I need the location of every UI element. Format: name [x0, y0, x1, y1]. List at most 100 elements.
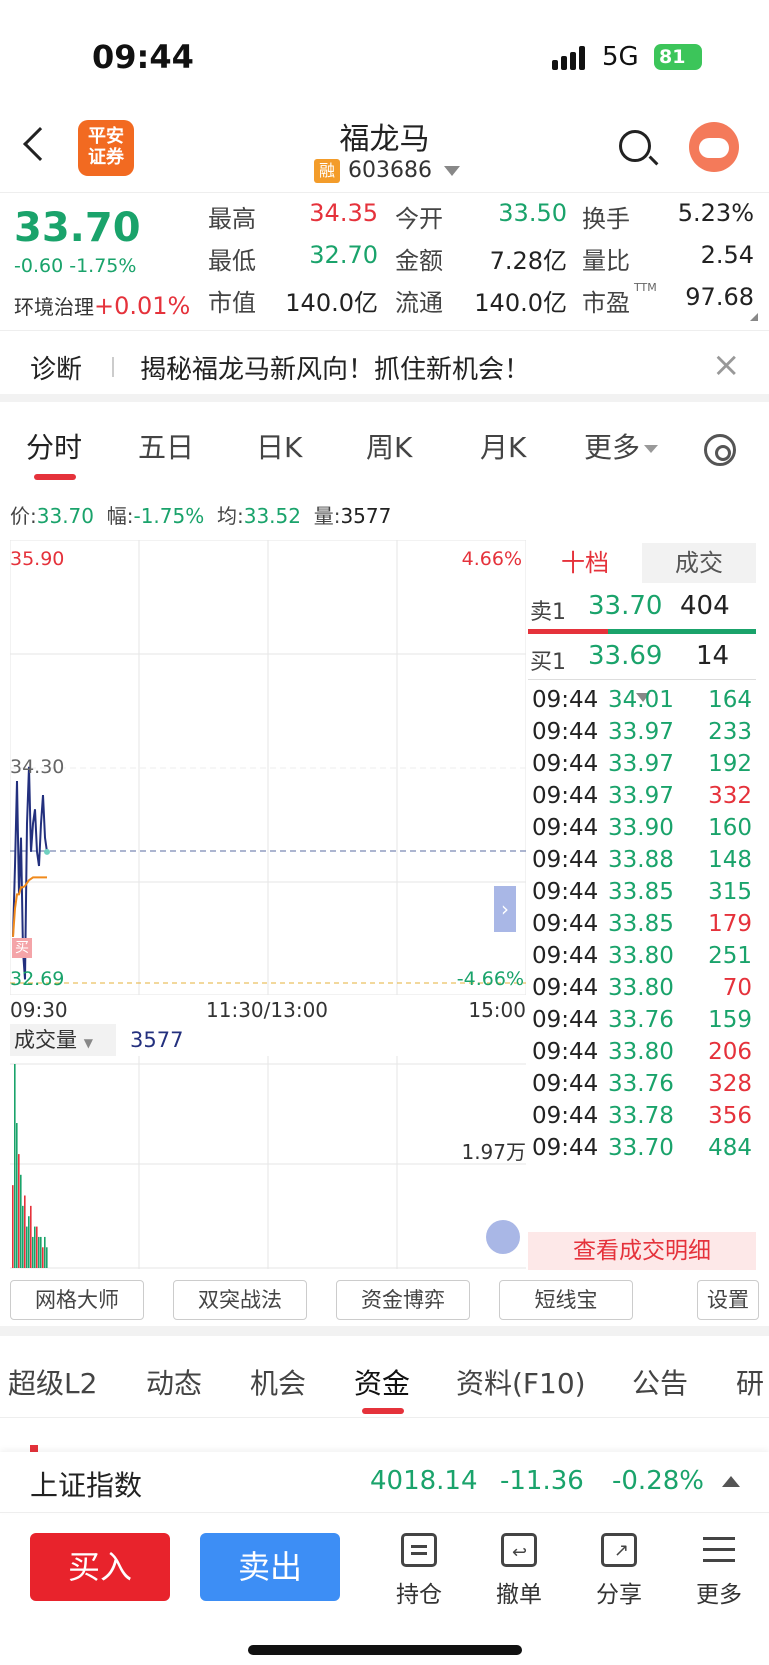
trade-price: 33.88 — [608, 847, 674, 873]
stock-code-switcher[interactable]: 融 603686 — [314, 158, 460, 183]
volume-bar — [20, 1174, 22, 1268]
order-book-panel: 十档 成交 卖1 33.70 404 买1 33.69 14 09:44 34.0… — [528, 543, 756, 1270]
trade-row: 09:44 33.97 332 — [528, 783, 756, 817]
cancel-order-icon: ↩ — [501, 1533, 537, 1567]
battery-icon: 81 — [654, 44, 702, 70]
status-bar: 09:44 5G 81 — [0, 0, 769, 110]
trade-time: 09:44 — [532, 879, 599, 905]
sell-level-1[interactable]: 卖1 33.70 404 — [528, 585, 756, 629]
tab-weekly-k[interactable]: 周K — [366, 426, 412, 466]
buy-button[interactable]: 买入 — [30, 1533, 170, 1601]
tab-monthly-k[interactable]: 月K — [480, 426, 526, 466]
last-price-dot — [44, 848, 50, 855]
cancel-order-button[interactable]: ↩ 撤单 — [484, 1533, 554, 1609]
signal-icon — [552, 46, 592, 70]
tab-capital[interactable]: 资金 — [354, 1362, 410, 1402]
trade-price: 33.97 — [608, 783, 674, 809]
share-button[interactable]: ↗ 分享 — [584, 1533, 654, 1609]
trade-time: 09:44 — [532, 783, 599, 809]
volume-bar — [24, 1195, 26, 1268]
quote-value: 34.35 — [309, 199, 378, 227]
quote-value: 97.68 — [685, 283, 754, 311]
trade-time: 09:44 — [532, 1103, 599, 1129]
banner-message[interactable]: 揭秘福龙马新风向！抓住新机会！ — [140, 349, 530, 386]
last-price: 33.70 — [14, 205, 141, 251]
more-button[interactable]: 更多 — [684, 1533, 754, 1609]
tool-fund-game[interactable]: 资金博弈 — [336, 1280, 470, 1320]
volume-bar — [18, 1154, 20, 1268]
tab-trades[interactable]: 成交 — [642, 543, 756, 583]
quote-label: 最高 — [208, 205, 256, 233]
trade-time: 09:44 — [532, 943, 599, 969]
tab-underline — [362, 1408, 404, 1414]
view-trade-details-button[interactable]: 查看成交明细 — [528, 1232, 756, 1270]
quote-value: 32.70 — [309, 241, 378, 269]
trade-price: 33.70 — [608, 1135, 674, 1161]
tab-opportunity[interactable]: 机会 — [250, 1362, 306, 1402]
trade-row: 09:44 33.70 484 — [528, 1135, 756, 1169]
tab-ten-levels[interactable]: 十档 — [528, 543, 642, 583]
volume-bar — [30, 1205, 32, 1268]
trade-row: 09:44 33.85 179 — [528, 911, 756, 945]
fullscreen-icon[interactable] — [486, 1220, 520, 1254]
tool-double-breakout[interactable]: 双突战法 — [173, 1280, 307, 1320]
volume-chart[interactable]: 1.97万 — [10, 1024, 526, 1269]
tool-grid-master[interactable]: 网格大师 — [10, 1280, 144, 1320]
banner-tag: 诊断 — [30, 355, 83, 385]
tab-more[interactable]: 更多 — [584, 426, 659, 466]
sector-info[interactable]: 环境治理+0.01% — [14, 291, 190, 320]
mid-price-label: 34.30 — [10, 756, 65, 778]
holdings-button[interactable]: 持仓 — [384, 1533, 454, 1609]
tab-research[interactable]: 研 — [736, 1362, 764, 1402]
tool-short-term[interactable]: 短线宝 — [499, 1280, 633, 1320]
trade-time: 09:44 — [532, 1039, 599, 1065]
volume-bars-group — [12, 1064, 48, 1268]
quote-label: 最低 — [208, 247, 256, 275]
chevron-up-icon[interactable] — [722, 1476, 740, 1487]
tab-five-day[interactable]: 五日 — [138, 426, 194, 466]
quote-value: 5.23% — [677, 199, 754, 227]
intraday-chart[interactable]: 35.90 4.66% 34.30 32.69 -4.66% 买 › — [9, 539, 527, 996]
time-axis-start: 09:30 — [10, 998, 68, 1022]
tab-announcements[interactable]: 公告 — [632, 1362, 688, 1402]
tab-dynamics[interactable]: 动态 — [146, 1362, 202, 1402]
trade-row: 09:44 33.85 315 — [528, 879, 756, 913]
close-icon[interactable]: × — [712, 345, 741, 385]
tool-settings[interactable]: 设置 — [697, 1280, 759, 1320]
trade-price: 33.76 — [608, 1071, 674, 1097]
index-ticker[interactable]: 上证指数 4018.14 -11.36 -0.28% — [0, 1452, 769, 1512]
trade-row: 09:44 33.97 192 — [528, 751, 756, 785]
index-name: 上证指数 — [30, 1469, 143, 1502]
buy-marker[interactable]: 买 — [12, 938, 32, 958]
sell-strength-bar — [528, 629, 608, 634]
top-price-label: 35.90 — [10, 548, 65, 570]
intraday-info: 价:33.70 幅:-1.75% 均:33.52 量:3577 — [10, 504, 392, 528]
trade-qty: 148 — [708, 847, 752, 873]
volume-bar — [12, 1185, 14, 1268]
trade-time: 09:44 — [532, 1135, 599, 1161]
volume-bar — [38, 1236, 40, 1268]
volume-bar — [16, 1123, 18, 1268]
search-icon[interactable] — [619, 130, 651, 162]
top-pct-label: 4.66% — [461, 548, 522, 570]
trade-qty: 159 — [708, 1007, 752, 1033]
tab-f10[interactable]: 资料(F10) — [456, 1362, 586, 1402]
diagnosis-banner[interactable]: 诊断 揭秘福龙马新风向！抓住新机会！ × — [0, 330, 769, 402]
tab-intraday[interactable]: 分时 — [26, 426, 82, 466]
expand-corner-icon[interactable] — [750, 313, 758, 321]
chart-period-tabs: 分时 五日 日K 周K 月K 更多 — [0, 404, 769, 482]
network-label: 5G — [602, 42, 639, 72]
ttm-label: TTM — [634, 281, 657, 294]
sell-button[interactable]: 卖出 — [200, 1533, 340, 1601]
divider — [112, 357, 114, 377]
trade-time: 09:44 — [532, 719, 599, 745]
trade-qty: 484 — [708, 1135, 752, 1161]
buy-level-1[interactable]: 买1 33.69 14 — [528, 635, 756, 679]
tab-daily-k[interactable]: 日K — [256, 426, 302, 466]
trade-row: 09:44 33.97 233 — [528, 719, 756, 753]
time-axis-mid: 11:30/13:00 — [206, 998, 329, 1022]
gear-icon[interactable] — [704, 434, 736, 466]
chevron-right-icon[interactable]: › — [494, 886, 516, 932]
avatar[interactable] — [689, 122, 739, 172]
tab-super-l2[interactable]: 超级L2 — [8, 1362, 97, 1402]
